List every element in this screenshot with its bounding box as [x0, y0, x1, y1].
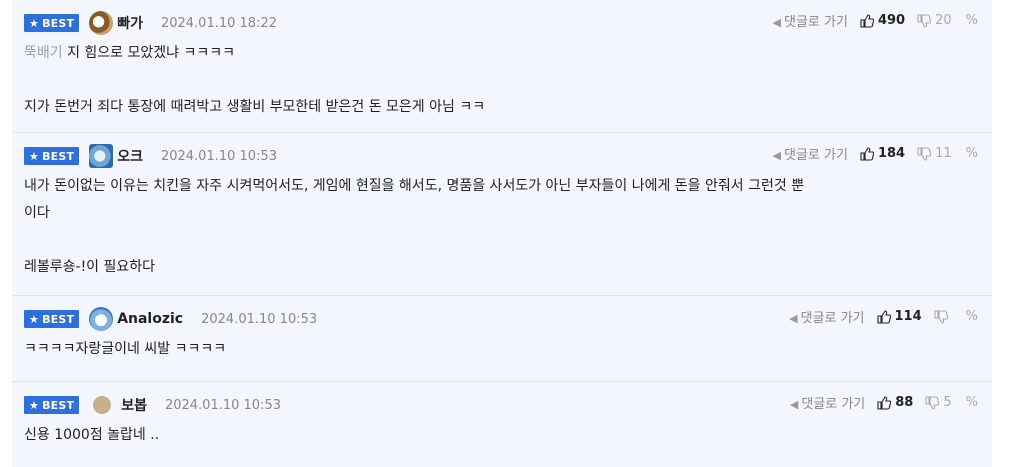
nickname[interactable]: 오크	[117, 146, 143, 166]
thumbs-up-icon	[876, 309, 891, 324]
arrow-icon: ◀	[772, 16, 782, 29]
comment-actions: ◀ 댓글로 가기 114 %	[789, 307, 978, 326]
comment-text-line: 지가 돈번거 죄다 통장에 때려박고 생활비 부모한테 받은건 돈 모은게 아님…	[24, 99, 486, 115]
star-icon: ★	[29, 16, 40, 30]
best-badge-label: BEST	[42, 149, 75, 163]
upvote-count: 490	[877, 13, 906, 28]
comment-text-line: 신용 1000점 놀랍네 ..	[24, 427, 160, 443]
thumbs-down-icon	[917, 13, 932, 28]
arrow-icon: ◀	[789, 312, 798, 325]
best-badge: ★ BEST	[24, 147, 80, 165]
arrow-icon: ◀	[789, 398, 799, 411]
thumbs-up-icon	[860, 146, 874, 161]
upvote-button[interactable]: 88	[877, 395, 913, 410]
downvote-button[interactable]	[934, 309, 952, 324]
link-icon[interactable]: %	[966, 309, 978, 324]
arrow-icon: ◀	[772, 149, 782, 162]
comment-date: 2024.01.10 10:53	[201, 311, 318, 327]
comment-date: 2024.01.10 10:53	[164, 397, 281, 413]
comment-actions: ◀ 댓글로 가기 88 5 %	[790, 393, 978, 412]
comment-prefix: 뚝배기	[24, 45, 63, 61]
comment-actions: ◀ 댓글로 가기 490 20 %	[773, 11, 978, 30]
comment-text-line: 지 힘으로 모았겠냐 ㅋㅋㅋㅋ	[62, 45, 236, 61]
downvote-count: 11	[935, 146, 952, 161]
best-badge: ★ BEST	[24, 310, 80, 328]
goto-comment-label: 댓글로 가기	[800, 311, 865, 326]
thumbs-up-icon	[877, 395, 892, 410]
comment-item: ★ BEST Analozic 2024.01.10 10:53 ◀ 댓글로 가기 …	[12, 296, 992, 382]
avatar[interactable]	[93, 396, 112, 414]
avatar[interactable]	[89, 11, 114, 35]
comment-body: 내가 돈이없는 이유는 치킨을 자주 시켜먹어서도, 게임에 현질을 해서도, …	[24, 173, 978, 281]
upvote-button[interactable]: 184	[860, 146, 905, 161]
comment-actions: ◀ 댓글로 가기 184 11 %	[773, 144, 978, 163]
comment-body: 신용 1000점 놀랍네 ..	[24, 422, 978, 449]
thumbs-down-icon	[917, 146, 932, 161]
downvote-count: 20	[935, 13, 952, 28]
best-badge-label: BEST	[42, 16, 75, 30]
nickname[interactable]: 보봅	[121, 395, 147, 415]
link-icon[interactable]: %	[966, 13, 978, 28]
comment-item: ★ BEST 빠가 2024.01.10 18:22 ◀ 댓글로 가기 490 20…	[12, 0, 992, 133]
upvote-count: 88	[895, 395, 914, 410]
downvote-button[interactable]: 5	[925, 395, 952, 410]
comment-date: 2024.01.10 10:53	[160, 148, 277, 164]
avatar[interactable]	[89, 144, 114, 168]
link-icon[interactable]: %	[966, 146, 978, 161]
downvote-button[interactable]: 11	[917, 146, 952, 161]
goto-comment-link[interactable]: ◀ 댓글로 가기	[790, 393, 865, 412]
goto-comment-label: 댓글로 가기	[784, 148, 848, 163]
best-badge: ★ BEST	[24, 14, 80, 32]
thumbs-down-icon	[934, 309, 948, 324]
best-badge-label: BEST	[42, 312, 75, 326]
comment-body: ㅋㅋㅋㅋ자랑글이네 씨발 ㅋㅋㅋㅋ	[24, 336, 978, 363]
goto-comment-label: 댓글로 가기	[801, 397, 866, 412]
comment-text-line: 레볼루숑-!이 필요하다	[24, 259, 156, 275]
comment-body: 뚝배기 지 힘으로 모았겠냐 ㅋㅋㅋㅋ 지가 돈번거 죄다 통장에 때려박고 생…	[24, 40, 978, 121]
star-icon: ★	[29, 312, 40, 326]
comment-date: 2024.01.10 18:22	[160, 15, 277, 31]
best-comment-list: ★ BEST 빠가 2024.01.10 18:22 ◀ 댓글로 가기 490 20…	[12, 0, 992, 467]
comment-text-line: 내가 돈이없는 이유는 치킨을 자주 시켜먹어서도, 게임에 현질을 해서도, …	[24, 178, 805, 194]
thumbs-down-icon	[925, 395, 940, 410]
downvote-button[interactable]: 20	[917, 13, 952, 28]
upvote-button[interactable]: 114	[876, 309, 922, 324]
star-icon: ★	[29, 149, 40, 163]
upvote-count: 114	[894, 309, 922, 324]
star-icon: ★	[29, 398, 40, 412]
avatar[interactable]	[89, 307, 114, 331]
goto-comment-link[interactable]: ◀ 댓글로 가기	[773, 11, 848, 30]
goto-comment-link[interactable]: ◀ 댓글로 가기	[789, 307, 864, 326]
comment-text-line: ㅋㅋㅋㅋ자랑글이네 씨발 ㅋㅋㅋㅋ	[24, 341, 227, 357]
best-badge-label: BEST	[42, 398, 75, 412]
nickname[interactable]: 빠가	[117, 13, 143, 33]
comment-item: ★ BEST 보봅 2024.01.10 10:53 ◀ 댓글로 가기 88 5 %…	[12, 382, 992, 467]
downvote-count: 5	[943, 395, 952, 410]
link-icon[interactable]: %	[966, 395, 978, 410]
goto-comment-link[interactable]: ◀ 댓글로 가기	[773, 144, 848, 163]
goto-comment-label: 댓글로 가기	[784, 15, 848, 30]
thumbs-up-icon	[860, 13, 874, 28]
comment-text-line: 이다	[24, 205, 50, 221]
nickname[interactable]: Analozic	[117, 311, 183, 327]
comment-item: ★ BEST 오크 2024.01.10 10:53 ◀ 댓글로 가기 184 11…	[12, 133, 992, 296]
best-badge: ★ BEST	[24, 396, 80, 414]
upvote-count: 184	[877, 146, 906, 161]
upvote-button[interactable]: 490	[860, 13, 905, 28]
